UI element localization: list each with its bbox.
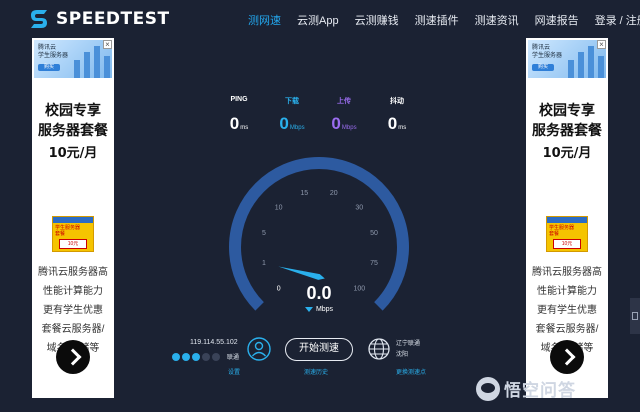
ad-subheadline: 服务器套餐 — [38, 123, 108, 139]
right-ad-panel[interactable]: 腾讯云 学生服务器 购买 × 校园专享 服务器套餐 10元/月 学生服务器 套餐 1… — [526, 38, 608, 398]
current-speed-unit: Mbps — [292, 306, 346, 313]
ad-product-image: 学生服务器 套餐 10元 — [52, 216, 94, 252]
side-grid-tab[interactable] — [630, 298, 640, 334]
signal-dot — [192, 352, 200, 361]
gauge-tick-label: 100 — [353, 285, 365, 292]
watermark: 悟空问答 — [476, 376, 576, 401]
top-header: SPEEDTEST 测网速 云测App 云测赚钱 测速插件 测速资讯 网速报告 … — [0, 0, 640, 38]
ad-product-image: 学生服务器 套餐 10元 — [546, 216, 588, 252]
main-nav: 测网速 云测App 云测赚钱 测速插件 测速资讯 网速报告 登录 / 注册 — [248, 12, 640, 28]
ad-headline: 校园专享 — [539, 103, 595, 119]
gauge-tick-label: 5 — [262, 230, 266, 237]
speedtest-logo-icon — [31, 10, 47, 28]
current-speed-value: 0.0 — [306, 283, 332, 303]
chevron-right-icon[interactable] — [550, 340, 584, 374]
nav-item-speed-test[interactable]: 测网速 — [248, 12, 281, 28]
wukong-logo-icon — [476, 376, 500, 401]
signal-dot — [212, 352, 220, 361]
download-value: 0Mbps — [279, 114, 305, 133]
gauge-tick-label: 0 — [277, 285, 281, 292]
signal-dot — [172, 352, 180, 361]
jitter-label: 抖动 — [390, 98, 404, 105]
jitter-value: 0ms — [387, 114, 407, 133]
close-icon[interactable]: × — [597, 40, 606, 49]
nav-item-cloud-earn[interactable]: 云测赚钱 — [355, 12, 399, 28]
gauge-tick-label: 30 — [355, 205, 363, 212]
ad-banner-button[interactable]: 购买 — [532, 64, 554, 71]
ad-banner-bar — [104, 56, 110, 78]
ad-banner-bar — [94, 46, 100, 78]
gauge-tick-label: 20 — [330, 190, 338, 197]
globe-icon[interactable] — [368, 338, 390, 360]
server-location: 辽宁联通 沈阳 — [396, 341, 421, 358]
nav-item-cloud-app[interactable]: 云测App — [297, 12, 339, 28]
close-icon[interactable]: × — [103, 40, 112, 49]
ad-banner-bar — [588, 46, 594, 78]
gauge-tick-label: 15 — [300, 190, 308, 197]
ad-banner-image[interactable]: 腾讯云 学生服务器 购买 — [528, 40, 606, 78]
ip-address: 119.114.55.102 — [190, 339, 238, 346]
ad-banner-bar — [84, 52, 90, 78]
ping-label: PING — [230, 96, 248, 103]
nav-item-report[interactable]: 网速报告 — [535, 12, 579, 28]
signal-dot — [202, 352, 210, 361]
ad-banner-bar — [74, 60, 80, 78]
ad-subheadline: 服务器套餐 — [532, 123, 602, 139]
signal-dot — [182, 352, 190, 361]
ad-banner-text: 腾讯云 学生服务器 — [38, 45, 69, 59]
gauge-tick-label: 10 — [275, 205, 283, 212]
test-history-link[interactable]: 测速历史 — [304, 367, 328, 376]
grid-icon — [632, 312, 638, 320]
signal-dots: 联通 — [172, 352, 239, 361]
nav-item-login[interactable]: 登录 / 注册 — [595, 12, 640, 28]
ad-price: 10元/月 — [542, 146, 592, 161]
user-icon[interactable] — [247, 337, 271, 361]
change-server-link[interactable]: 更换测速点 — [396, 367, 426, 376]
brand-name: SPEEDTEST — [56, 9, 170, 29]
download-arrow-icon — [304, 306, 313, 312]
ad-headline: 校园专享 — [45, 103, 101, 119]
left-ad-panel[interactable]: 腾讯云 学生服务器 购买 × 校园专享 服务器套餐 10元/月 学生服务器 套餐 1… — [32, 38, 114, 398]
gauge-tick-label: 75 — [370, 260, 378, 267]
ad-banner-bar — [578, 52, 584, 78]
gauge-tick-label: 1 — [262, 260, 266, 267]
gauge-tick-label: 50 — [370, 230, 378, 237]
ad-banner-button[interactable]: 购买 — [38, 64, 60, 71]
watermark-text: 悟空问答 — [504, 381, 576, 400]
isp-name: 联通 — [227, 355, 240, 361]
ad-banner-image[interactable]: 腾讯云 学生服务器 购买 — [34, 40, 112, 78]
ping-value: 0ms — [229, 114, 249, 133]
chevron-right-icon[interactable] — [56, 340, 90, 374]
start-test-button[interactable]: 开始测速 — [285, 338, 353, 361]
logo[interactable]: SPEEDTEST — [28, 8, 170, 30]
gauge-needle — [278, 266, 325, 280]
ad-banner-bar — [568, 60, 574, 78]
download-label: 下载 — [285, 98, 299, 105]
upload-label: 上传 — [337, 98, 351, 105]
ad-banner-bar — [598, 56, 604, 78]
ad-banner-text: 腾讯云 学生服务器 — [532, 45, 563, 59]
nav-item-news[interactable]: 测速资讯 — [475, 12, 519, 28]
ad-price: 10元/月 — [48, 146, 98, 161]
nav-item-plugin[interactable]: 测速插件 — [415, 12, 459, 28]
settings-link[interactable]: 设置 — [228, 367, 240, 376]
upload-value: 0Mbps — [331, 114, 357, 133]
